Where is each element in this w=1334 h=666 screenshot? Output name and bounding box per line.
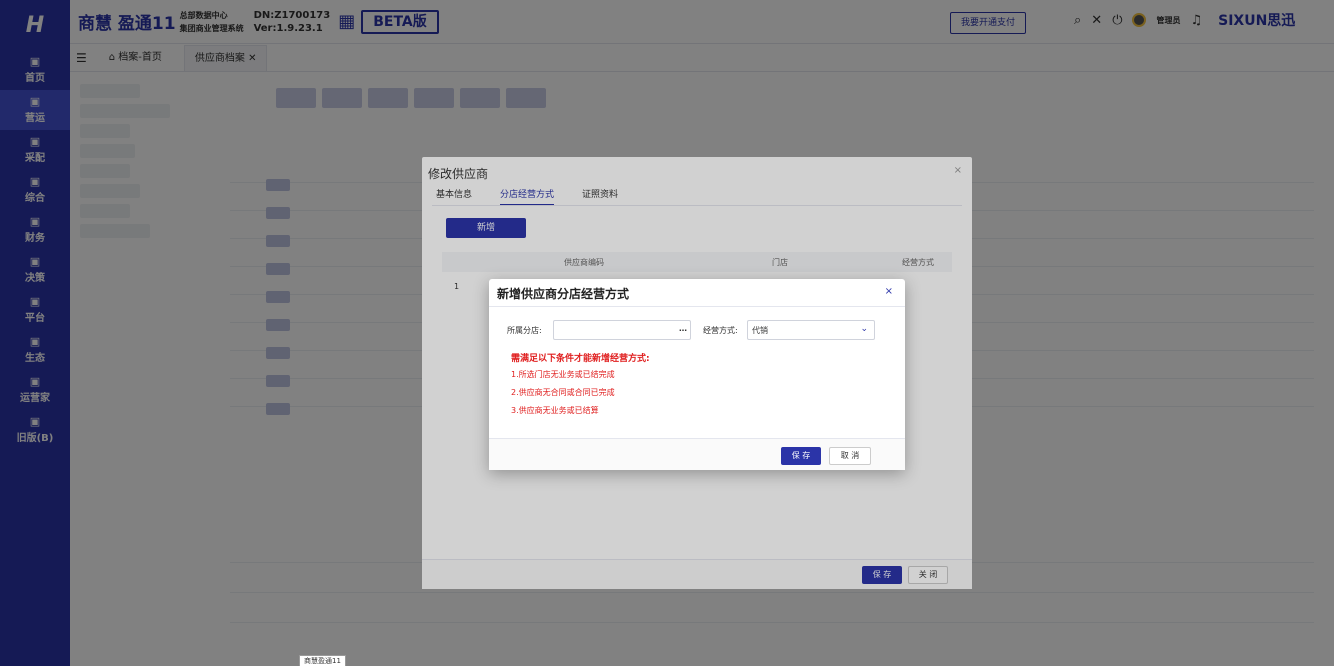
warning-title: 需满足以下条件才能新增经营方式: bbox=[511, 354, 650, 364]
condition-item: 3.供应商无业务或已结算 bbox=[511, 406, 599, 415]
save-button[interactable]: 保 存 bbox=[781, 447, 821, 465]
mode-select[interactable]: 代销 ⌄ bbox=[747, 320, 875, 340]
add-branch-mode-dialog: 新增供应商分店经营方式 × 所属分店: … 经营方式: 代销 ⌄ 需满足以下条件… bbox=[489, 279, 905, 470]
chevron-down-icon: ⌄ bbox=[860, 324, 868, 334]
browse-icon[interactable]: … bbox=[679, 324, 687, 333]
tooltip: 商慧盈通11 bbox=[299, 655, 346, 666]
condition-item: 1.所选门店无业务或已结完成 bbox=[511, 370, 615, 379]
condition-item: 2.供应商无合同或合同已完成 bbox=[511, 388, 615, 397]
mode-value: 代销 bbox=[752, 326, 768, 335]
close-icon[interactable]: × bbox=[885, 286, 893, 297]
dialog-footer: 保 存 取 消 bbox=[489, 438, 905, 470]
dialog-title: 新增供应商分店经营方式 bbox=[497, 287, 630, 301]
branch-input[interactable]: … bbox=[553, 320, 691, 340]
branch-label: 所属分店: bbox=[507, 326, 542, 335]
cancel-button[interactable]: 取 消 bbox=[829, 447, 871, 465]
mode-label: 经营方式: bbox=[703, 326, 738, 335]
